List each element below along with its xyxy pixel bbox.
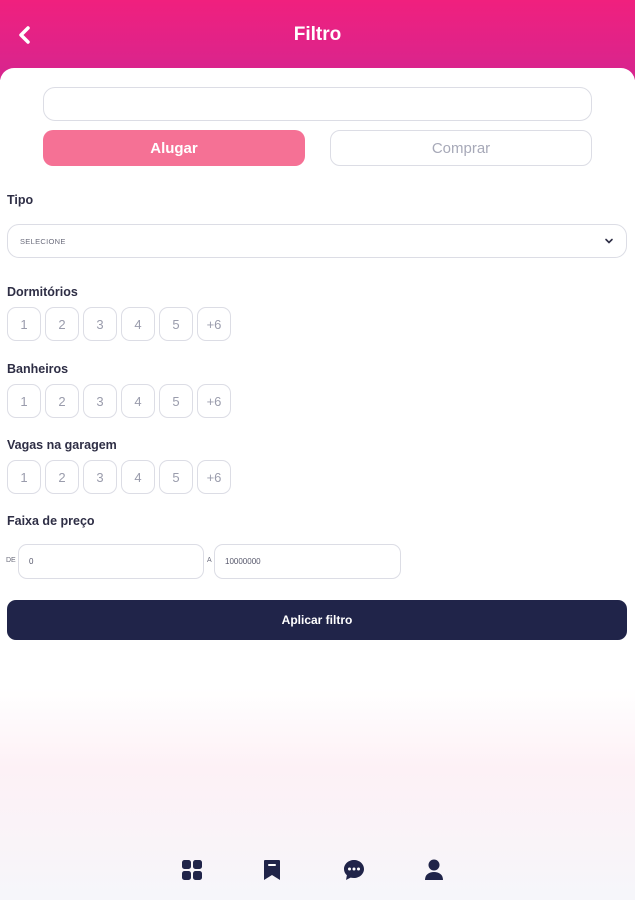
- bookmark-icon: [264, 860, 280, 880]
- bathrooms-option-5[interactable]: 5: [159, 384, 193, 418]
- price-label: Faixa de preço: [7, 514, 95, 528]
- bedrooms-option-1[interactable]: 1: [7, 307, 41, 341]
- user-icon: [425, 859, 443, 880]
- apply-filter-button[interactable]: Aplicar filtro: [7, 600, 627, 640]
- bedrooms-option-2[interactable]: 2: [45, 307, 79, 341]
- bathrooms-option-3[interactable]: 3: [83, 384, 117, 418]
- nav-saved[interactable]: [259, 857, 285, 883]
- bathrooms-option-1[interactable]: 1: [7, 384, 41, 418]
- buy-button[interactable]: Comprar: [330, 130, 592, 166]
- garage-option-3[interactable]: 3: [83, 460, 117, 494]
- chat-icon: [344, 860, 364, 880]
- garage-option-4[interactable]: 4: [121, 460, 155, 494]
- grid-icon: [182, 860, 202, 880]
- rent-button[interactable]: Alugar: [43, 130, 305, 166]
- page-title: Filtro: [293, 24, 342, 45]
- garage-option-1[interactable]: 1: [7, 460, 41, 494]
- bathrooms-label: Banheiros: [7, 362, 69, 376]
- tipo-select-value: SELECIONE: [20, 236, 66, 246]
- bedrooms-option-3[interactable]: 3: [83, 307, 117, 341]
- bottom-nav: [0, 845, 635, 895]
- bathrooms-option-6plus[interactable]: +6: [197, 384, 231, 418]
- nav-home[interactable]: [179, 857, 205, 883]
- garage-option-5[interactable]: 5: [159, 460, 193, 494]
- tipo-select[interactable]: SELECIONE: [7, 224, 627, 258]
- bedrooms-option-6plus[interactable]: +6: [197, 307, 231, 341]
- bedrooms-option-5[interactable]: 5: [159, 307, 193, 341]
- chevron-down-icon: [605, 238, 613, 244]
- nav-profile[interactable]: [421, 857, 447, 883]
- garage-option-6plus[interactable]: +6: [197, 460, 231, 494]
- bedrooms-label: Dormitórios: [7, 285, 78, 299]
- nav-chat[interactable]: [341, 857, 367, 883]
- bathrooms-option-4[interactable]: 4: [121, 384, 155, 418]
- garage-options: 1 2 3 4 5 +6: [7, 460, 231, 494]
- price-to-input[interactable]: 10000000: [214, 544, 401, 579]
- garage-label: Vagas na garagem: [7, 438, 117, 452]
- tipo-label: Tipo: [7, 193, 34, 207]
- bathrooms-option-2[interactable]: 2: [45, 384, 79, 418]
- bathrooms-options: 1 2 3 4 5 +6: [7, 384, 231, 418]
- price-from-input[interactable]: 0: [18, 544, 204, 579]
- bedrooms-options: 1 2 3 4 5 +6: [7, 307, 231, 341]
- garage-option-2[interactable]: 2: [45, 460, 79, 494]
- bedrooms-option-4[interactable]: 4: [121, 307, 155, 341]
- price-to-prefix: A: [207, 557, 212, 564]
- price-from-prefix: DE: [6, 557, 16, 564]
- search-input[interactable]: [43, 87, 592, 121]
